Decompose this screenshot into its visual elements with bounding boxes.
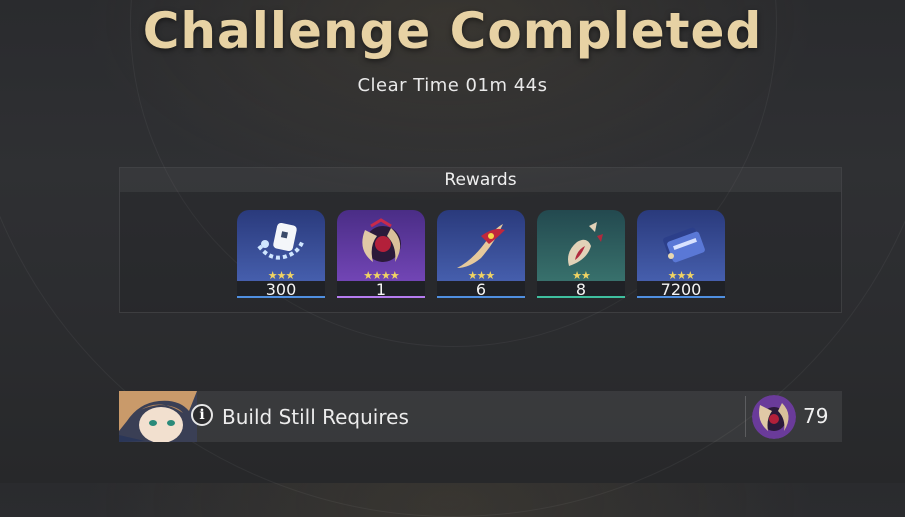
rarity-underline	[237, 296, 325, 298]
reward-item[interactable]: ★★ 8	[537, 210, 625, 298]
material-count: 79	[803, 404, 829, 428]
divider	[745, 396, 746, 437]
reward-item[interactable]: ★★★ 300	[237, 210, 325, 298]
rarity-underline	[337, 296, 425, 298]
claw-core-icon	[362, 218, 401, 262]
info-icon[interactable]: i	[191, 404, 213, 426]
reward-item[interactable]: ★★★ 7200	[637, 210, 725, 298]
page-title: Challenge Completed	[142, 2, 763, 60]
rewards-panel: Rewards ★★★ 300 ★★★★ 1 ★★★ 6 ★★ 8 ★★★ 72…	[119, 167, 842, 313]
talon-fragment-icon	[457, 224, 505, 268]
build-requirement-bar[interactable]: i Build Still Requires 79	[119, 391, 842, 442]
reward-list: ★★★ 300 ★★★★ 1 ★★★ 6 ★★ 8 ★★★ 7200	[237, 210, 737, 298]
claw-material-icon[interactable]	[752, 395, 796, 439]
character-portrait	[119, 391, 197, 442]
rewards-header: Rewards	[120, 168, 841, 192]
rarity-underline	[637, 296, 725, 298]
credit-card-icon	[663, 227, 705, 263]
build-requires-label: Build Still Requires	[222, 405, 409, 429]
broken-horn-icon	[568, 222, 603, 266]
rarity-underline	[437, 296, 525, 298]
reward-item[interactable]: ★★★★ 1	[337, 210, 425, 298]
reward-item[interactable]: ★★★ 6	[437, 210, 525, 298]
rarity-underline	[537, 296, 625, 298]
clear-time-label: Clear Time 01m 44s	[357, 75, 548, 96]
exp-material-icon	[257, 222, 305, 260]
